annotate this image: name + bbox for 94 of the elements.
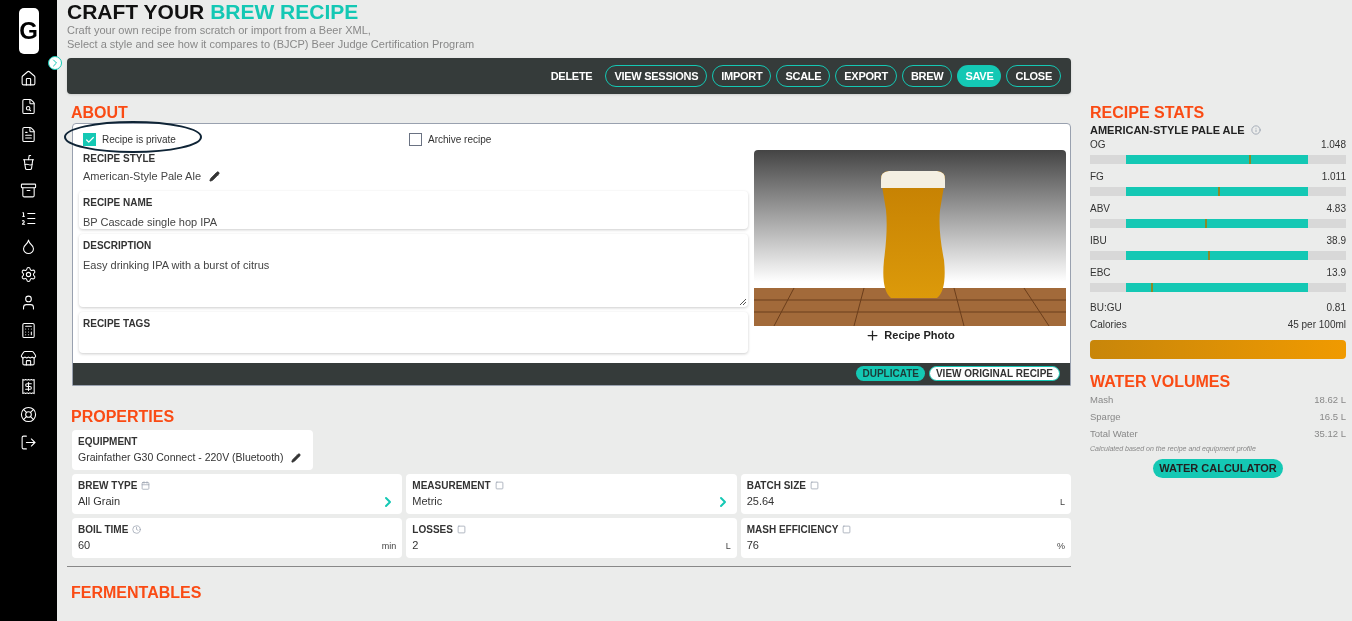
section-heading: ABOUT: [71, 104, 129, 122]
field-label: DESCRIPTION: [83, 238, 153, 253]
property-field[interactable]: MASH EFFICIENCY 76 %: [740, 517, 1071, 558]
home-icon[interactable]: [20, 70, 37, 87]
input-field[interactable]: RECIPE NAME BP Cascade single hop IPA: [79, 190, 748, 229]
field-value: All Grain: [78, 494, 121, 509]
footer-button[interactable]: VIEW ORIGINAL RECIPE: [928, 366, 1060, 381]
document-icon[interactable]: [20, 126, 37, 143]
edit-icon[interactable]: [291, 452, 302, 463]
cup-icon[interactable]: [20, 154, 37, 171]
section-heading: FERMENTABLES: [71, 583, 203, 602]
stat-value: 38.9: [1326, 234, 1346, 247]
field-value: Metric: [412, 494, 443, 509]
stat-name: IBU: [1090, 234, 1107, 247]
volume-name: Mash: [1090, 392, 1114, 407]
stat-name: BU:GU: [1090, 300, 1122, 315]
property-field[interactable]: BREW TYPE All Grain: [72, 473, 403, 514]
stat-value: 45 per 100ml: [1287, 317, 1346, 332]
stat-name: Calories: [1090, 317, 1127, 332]
list-icon[interactable]: [20, 210, 37, 227]
field-value: 60: [78, 538, 91, 553]
footer-button[interactable]: DUPLICATE: [856, 366, 925, 381]
stat-name: FG: [1090, 170, 1104, 183]
expand-icon[interactable]: [48, 56, 62, 70]
field-label: BREW TYPE: [78, 478, 138, 493]
field-label: MEASUREMENT: [412, 478, 491, 493]
volume-value: 35.12 L: [1314, 426, 1346, 441]
style-name: AMERICAN-STYLE PALE ALE: [1090, 123, 1245, 138]
volume-name: Sparge: [1090, 409, 1121, 424]
volume-name: Total Water: [1090, 426, 1138, 441]
unit-label: L: [1060, 496, 1065, 509]
document-search-icon[interactable]: [20, 98, 37, 115]
section-heading: PROPERTIES: [71, 407, 176, 426]
text-area[interactable]: DESCRIPTION Easy drinking IPA with a burst of citrus: [79, 233, 748, 307]
store-icon[interactable]: [20, 350, 37, 367]
logo: G: [18, 8, 39, 54]
field-label: RECIPE STYLE: [83, 153, 157, 165]
stat-name: ABV: [1090, 202, 1110, 215]
field-value: BP Cascade single hop IPA: [83, 214, 219, 230]
page-title: CRAFT YOUR BREW RECIPE: [67, 1, 360, 23]
field-value: American-Style Pale Ale: [83, 169, 201, 184]
field-value: 76: [746, 538, 759, 553]
field-value: Easy drinking IPA with a burst of citrus: [83, 257, 271, 273]
plus-icon: [865, 327, 881, 343]
user-icon[interactable]: [20, 294, 37, 311]
resize-handle-icon: [739, 297, 746, 305]
checkbox[interactable]: [409, 133, 422, 146]
tags-field[interactable]: RECIPE TAGS: [79, 311, 748, 353]
page-subtitle: Craft your own recipe from scratch or import from a Beer XML,: [67, 23, 372, 37]
clock-icon: [132, 524, 142, 534]
stat-name: OG: [1090, 138, 1106, 151]
calculator-icon[interactable]: [20, 322, 37, 339]
property-field[interactable]: BATCH SIZE 25.64 L: [740, 473, 1071, 514]
checkbox-option[interactable]: Archive recipe: [409, 132, 492, 147]
property-field[interactable]: LOSSES 2 L: [406, 517, 737, 558]
volume-value: 16.5 L: [1319, 409, 1346, 424]
section-heading: WATER VOLUMES: [1090, 372, 1232, 391]
checkbox[interactable]: [83, 133, 96, 146]
unit-label: %: [1057, 540, 1065, 553]
stat-value: 4.83: [1326, 202, 1346, 215]
volume-value: 18.62 L: [1314, 392, 1346, 407]
equipment-field[interactable]: EQUIPMENT Grainfather G30 Connect - 220V (Bluetooth): [72, 429, 313, 470]
unit-label: L: [725, 540, 731, 553]
stat-name: EBC: [1090, 266, 1111, 279]
stat-value: 13.9: [1326, 266, 1346, 279]
property-field[interactable]: BOIL TIME 60 min: [72, 517, 403, 558]
field-label: RECIPE TAGS: [83, 316, 152, 331]
field-label: LOSSES: [412, 522, 453, 537]
field-label: BOIL TIME: [78, 522, 129, 537]
add-photo-button[interactable]: Recipe Photo: [865, 327, 955, 344]
field-value: 2: [412, 538, 419, 553]
box-icon[interactable]: [20, 182, 37, 199]
stat-value: 1.011: [1321, 170, 1346, 183]
stat-value: 1.048: [1320, 138, 1346, 151]
page-subtitle: Select a style and see how it compares to (BJCP) Beer Judge Certification Program: [67, 37, 476, 51]
settings-icon[interactable]: [20, 266, 37, 283]
logout-icon[interactable]: [20, 434, 37, 451]
property-field[interactable]: MEASUREMENT Metric: [406, 473, 737, 514]
field-label: BATCH SIZE: [746, 478, 806, 493]
stat-value: 0.81: [1326, 300, 1346, 315]
delete-button[interactable]: DELETE: [542, 65, 601, 87]
field-value: 25.64: [746, 494, 775, 509]
field-label: MASH EFFICIENCY: [746, 522, 839, 537]
field-value: Grainfather G30 Connect - 220V (Bluetooth): [78, 449, 284, 465]
water-calculator-button[interactable]: WATER CALCULATOR: [1153, 459, 1283, 478]
checkbox-option[interactable]: Recipe is private: [79, 132, 409, 147]
section-heading: RECIPE STATS: [1090, 104, 1206, 122]
lifebuoy-icon[interactable]: [20, 406, 37, 423]
drop-icon[interactable]: [20, 238, 37, 255]
field-label: RECIPE NAME: [83, 195, 154, 210]
edit-icon[interactable]: [209, 170, 220, 182]
unit-label: min: [381, 540, 397, 553]
receipt-icon[interactable]: [20, 378, 37, 395]
field-label: EQUIPMENT: [78, 434, 139, 449]
